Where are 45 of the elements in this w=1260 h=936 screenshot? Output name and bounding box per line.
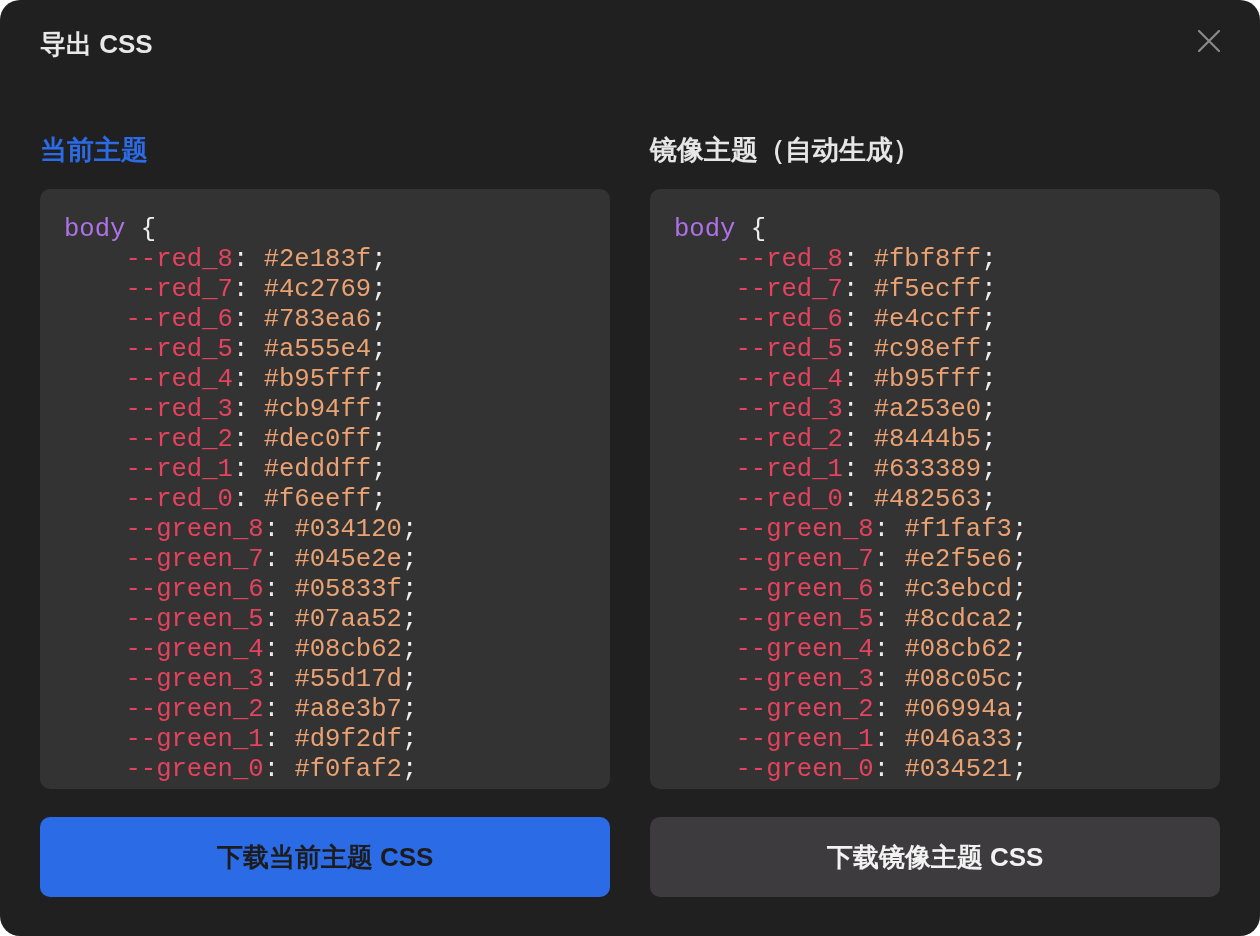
close-icon xyxy=(1198,30,1220,52)
code-line: --red_3: #a253e0; xyxy=(735,395,997,425)
code-line: --red_8: #fbf8ff; xyxy=(735,245,997,275)
close-button[interactable] xyxy=(1198,30,1220,52)
code-line: --red_0: #482563; xyxy=(735,485,997,515)
code-line: body { xyxy=(64,215,157,245)
code-line: --green_8: #034120; xyxy=(125,515,418,545)
panel-heading: 当前主题 xyxy=(40,134,148,167)
code-line: --red_4: #b95fff; xyxy=(735,365,997,395)
code-line: --red_1: #edddff; xyxy=(125,455,387,485)
code-line: --green_4: #08cb62; xyxy=(125,635,418,665)
code-line: --red_1: #633389; xyxy=(735,455,997,485)
code-line: --green_6: #05833f; xyxy=(125,575,418,605)
code-line: --red_5: #a555e4; xyxy=(125,335,387,365)
code-line: --green_3: #08c05c; xyxy=(735,665,1028,695)
code-line: --red_7: #f5ecff; xyxy=(735,275,997,305)
code-line: --green_5: #8cdca2; xyxy=(735,605,1028,635)
panel-heading: 镜像主题（自动生成） xyxy=(650,134,920,167)
code-line: --green_2: #a8e3b7; xyxy=(125,695,418,725)
code-line: --green_0: #f0faf2; xyxy=(125,755,418,785)
code-line: --green_7: #e2f5e6; xyxy=(735,545,1028,575)
download-button[interactable]: 下载当前主题 CSS xyxy=(40,817,610,897)
code-line: --green_1: #046a33; xyxy=(735,725,1028,755)
code-line: --red_4: #b95fff; xyxy=(125,365,387,395)
code-line: --red_3: #cb94ff; xyxy=(125,395,387,425)
code-line: --green_8: #f1faf3; xyxy=(735,515,1028,545)
code-line: --green_3: #55d17d; xyxy=(125,665,418,695)
code-line: --red_5: #c98eff; xyxy=(735,335,997,365)
code-line: body { xyxy=(674,215,767,245)
code-line: --green_1: #d9f2df; xyxy=(125,725,418,755)
code-line: --green_0: #034521; xyxy=(735,755,1028,785)
code-line: --red_6: #783ea6; xyxy=(125,305,387,335)
code-line: --green_6: #c3ebcd; xyxy=(735,575,1028,605)
code-line: --green_2: #06994a; xyxy=(735,695,1028,725)
download-button[interactable]: 下载镜像主题 CSS xyxy=(650,817,1220,897)
dialog-title: 导出 CSS xyxy=(40,28,153,61)
code-line: --red_2: #8444b5; xyxy=(735,425,997,455)
code-line: --green_4: #08cb62; xyxy=(735,635,1028,665)
code-line: --green_7: #045e2e; xyxy=(125,545,418,575)
code-line: --red_0: #f6eeff; xyxy=(125,485,387,515)
code-line: --red_7: #4c2769; xyxy=(125,275,387,305)
code-line: --red_8: #2e183f; xyxy=(125,245,387,275)
code-line: --red_6: #e4ccff; xyxy=(735,305,997,335)
code-line: --red_2: #dec0ff; xyxy=(125,425,387,455)
code-line: --green_5: #07aa52; xyxy=(125,605,418,635)
